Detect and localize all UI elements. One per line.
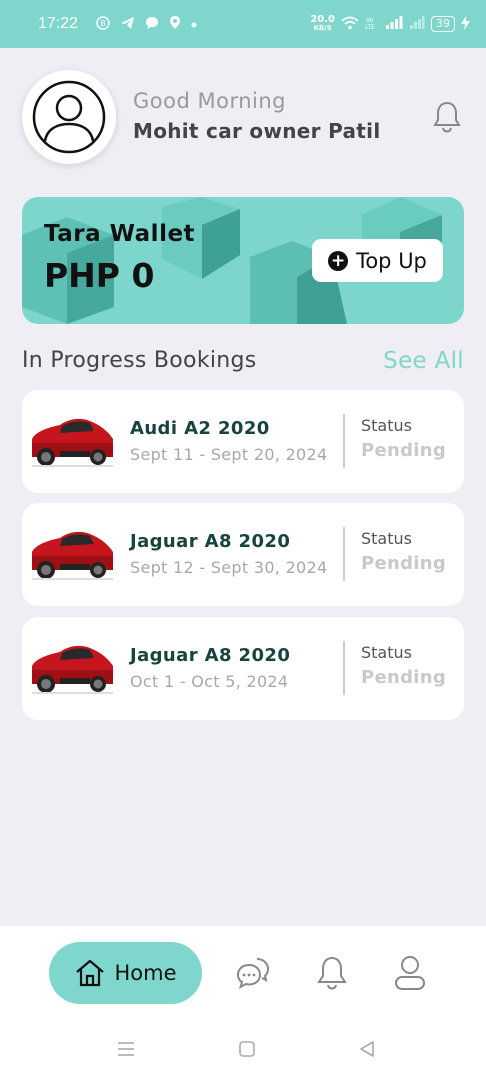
maps-pin-icon [169,15,181,33]
svg-text:B: B [100,19,106,28]
volte-icon: Vo LTE [365,16,379,33]
notification-icons: B [96,15,197,33]
recents-button[interactable] [114,1038,138,1060]
nav-chat-tab[interactable] [234,954,272,992]
booking-dates: Oct 1 - Oct 5, 2024 [130,672,289,691]
bell-icon [317,956,347,990]
greeting-text: Good Morning [133,89,286,113]
divider [343,414,345,468]
status-badge: Pending [361,553,447,574]
charging-icon [461,15,470,33]
telegram-icon [120,16,135,33]
status-bar: 17:22 B 20.0 KB/S Vo LTE 39 [0,0,486,48]
back-button[interactable] [355,1038,379,1060]
battery-indicator: 39 [431,16,455,32]
system-nav-bar [0,1016,486,1080]
status-time: 17:22 [38,15,79,32]
plus-circle-icon: + [328,250,349,271]
divider [343,641,345,695]
wallet-title: Tara Wallet [44,221,196,247]
system-status-icons: 20.0 KB/S Vo LTE 39 [310,15,470,33]
booking-dates: Sept 12 - Sept 30, 2024 [130,558,328,577]
bell-icon [433,101,461,133]
top-up-label: Top Up [356,248,427,273]
square-icon [239,1041,255,1057]
home-icon [76,959,105,987]
signal-icon [385,15,403,33]
dot-icon [191,17,197,31]
nav-profile-tab[interactable] [391,954,429,992]
car-name: Audi A2 2020 [130,418,270,439]
see-all-link[interactable]: See All [383,348,464,374]
nav-home-label: Home [114,961,177,985]
booking-card[interactable]: Jaguar A8 2020 Oct 1 - Oct 5, 2024 Statu… [22,617,464,720]
car-image [32,531,113,580]
booking-dates: Sept 11 - Sept 20, 2024 [130,445,328,464]
car-image [32,418,113,467]
status-badge: Pending [361,440,447,461]
wifi-icon [341,16,359,33]
booking-card[interactable]: Jaguar A8 2020 Sept 12 - Sept 30, 2024 S… [22,503,464,606]
b-app-icon: B [96,15,110,33]
top-up-button[interactable]: + Top Up [312,239,443,282]
back-triangle-icon [360,1041,374,1057]
divider [343,527,345,581]
svg-text:Vo: Vo [366,17,374,24]
car-name: Jaguar A8 2020 [130,645,291,666]
nav-home-tab[interactable]: Home [49,942,202,1004]
profile-icon [395,956,425,990]
status-badge: Pending [361,667,447,688]
nav-notifications-tab[interactable] [313,954,351,992]
wallet-card: Tara Wallet PHP 0 + Top Up [22,197,464,324]
user-name: Mohit car owner Patil [133,119,381,143]
status-label: Status [361,416,412,435]
home-system-button[interactable] [235,1038,259,1060]
network-speed: 20.0 KB/S [310,14,335,33]
wallet-balance: PHP 0 [44,256,155,295]
booking-card[interactable]: Audi A2 2020 Sept 11 - Sept 20, 2024 Sta… [22,390,464,493]
car-image [32,645,113,694]
status-label: Status [361,529,412,548]
section-title: In Progress Bookings [22,348,257,373]
bottom-nav: Home [0,926,486,1016]
status-label: Status [361,643,412,662]
menu-icon [118,1042,134,1056]
chat-icon [236,958,270,990]
svg-text:LTE: LTE [365,24,375,30]
avatar[interactable] [22,70,116,164]
notifications-button[interactable] [428,98,466,136]
signal-2-icon [409,15,425,33]
car-name: Jaguar A8 2020 [130,531,291,552]
chat-bubble-icon [145,16,159,33]
user-avatar-icon [32,80,106,154]
